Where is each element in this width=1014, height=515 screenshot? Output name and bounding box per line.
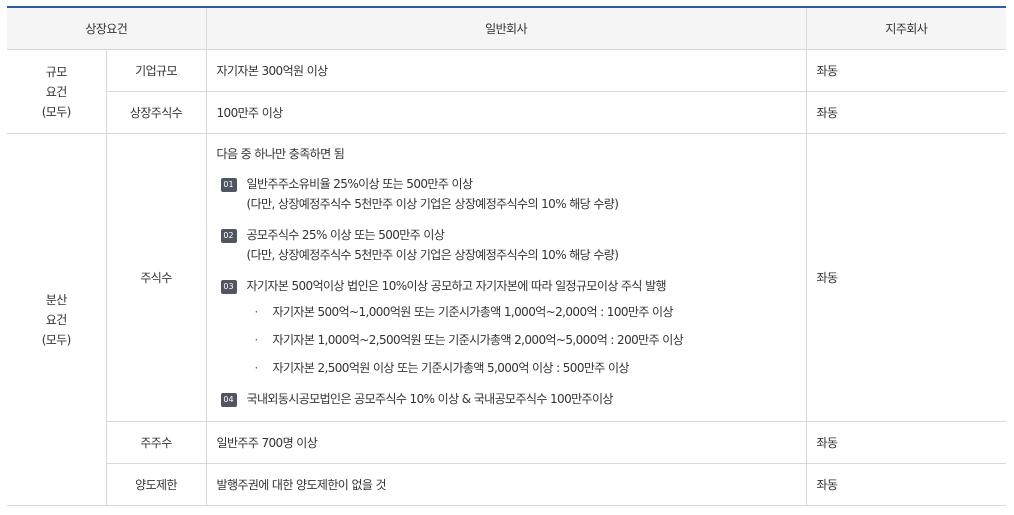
group-distribution-line1: 분산 — [45, 292, 67, 307]
group-distribution-line3: (모두) — [41, 332, 72, 347]
row-label-shareholders: 주주수 — [106, 421, 207, 464]
table-row: 주주수 일반주주 700명 이상 좌동 — [7, 421, 1007, 464]
number-badge-04: 04 — [220, 393, 237, 407]
sub-list-item: 자기자본 1,000억~2,500억원 또는 기준시가총액 2,000억~5,0… — [247, 330, 684, 350]
listed-shares-general: 100만주 이상 — [205, 91, 807, 134]
number-badge-01: 01 — [220, 178, 237, 192]
group-distribution-requirement: 분산 요건 (모두) — [7, 133, 107, 506]
item-note: (다만, 상장예정주식수 5천만주 이상 기업은 상장예정주식수의 10% 해당… — [246, 197, 619, 211]
item-text: 공모주식수 25% 이상 또는 500만주 이상 — [246, 228, 445, 242]
item-text: 국내외동시공모법인은 공모주식수 10% 이상 & 국내공모주식수 100만주이… — [246, 392, 614, 406]
list-item: 01 일반주주소유비율 25%이상 또는 500만주 이상 (다만, 상장예정주… — [217, 174, 796, 214]
header-general-company: 일반회사 — [205, 6, 807, 50]
list-item: 04 국내외동시공모법인은 공모주식수 10% 이상 & 국내공모주식수 100… — [217, 389, 796, 409]
table-row: 분산 요건 (모두) 주식수 다음 중 하나만 충족하면 됨 01 일반주주소유… — [7, 133, 1007, 506]
shares-holding: 좌동 — [805, 133, 1007, 422]
row-label-company-size: 기업규모 — [105, 49, 207, 92]
shares-general-detail: 다음 중 하나만 충족하면 됨 01 일반주주소유비율 25%이상 또는 500… — [205, 133, 807, 422]
shares-intro: 다음 중 하나만 충족하면 됨 — [216, 147, 345, 161]
listing-requirements-table: 상장요건 일반회사 지주회사 규모 요건 (모두) 기업규모 자기자본 300억… — [7, 6, 1007, 506]
row-label-listed-shares: 상장주식수 — [106, 91, 207, 134]
shareholders-general: 일반주주 700명 이상 — [205, 421, 807, 464]
list-item: 03 자기자본 500억이상 법인은 10%이상 공모하고 자기자본에 따라 일… — [217, 276, 796, 378]
table-row: 상장주식수 100만주 이상 좌동 — [7, 91, 1007, 134]
number-badge-02: 02 — [220, 229, 237, 243]
listed-shares-holding: 좌동 — [805, 91, 1007, 134]
listing-requirements-table-wrap: 상장요건 일반회사 지주회사 규모 요건 (모두) 기업규모 자기자본 300억… — [7, 6, 1007, 506]
group-distribution-line2: 요건 — [45, 312, 67, 327]
transfer-restriction-general: 발행주권에 대한 양도제한이 없을 것 — [205, 463, 807, 506]
table-header-row: 상장요건 일반회사 지주회사 — [7, 6, 1007, 50]
number-badge-03: 03 — [220, 280, 237, 294]
header-holding-company: 지주회사 — [805, 6, 1007, 50]
company-size-general: 자기자본 300억원 이상 — [205, 49, 807, 92]
item-text: 일반주주소유비율 25%이상 또는 500만주 이상 — [246, 177, 473, 191]
group-size-line1: 규모 — [45, 64, 67, 79]
transfer-restriction-holding: 좌동 — [805, 463, 1007, 506]
row-label-transfer-restriction: 양도제한 — [106, 463, 207, 506]
item-note: (다만, 상장예정주식수 5천만주 이상 기업은 상장예정주식수의 10% 해당… — [246, 248, 619, 262]
group-size-line3: (모두) — [41, 104, 72, 119]
group-size-requirement: 규모 요건 (모두) — [7, 49, 107, 134]
item-text: 자기자본 500억이상 법인은 10%이상 공모하고 자기자본에 따라 일정규모… — [246, 279, 667, 293]
sub-list-item: 자기자본 2,500억원 이상 또는 기준시가총액 5,000억 이상 : 50… — [247, 358, 684, 378]
sub-list: 자기자본 500억~1,000억원 또는 기준시가총액 1,000억~2,000… — [247, 302, 684, 378]
shareholders-holding: 좌동 — [805, 421, 1007, 464]
table-row: 양도제한 발행주권에 대한 양도제한이 없을 것 좌동 — [7, 463, 1007, 506]
sub-list-item: 자기자본 500억~1,000억원 또는 기준시가총액 1,000억~2,000… — [247, 302, 684, 322]
row-label-shares: 주식수 — [105, 133, 207, 422]
list-item: 02 공모주식수 25% 이상 또는 500만주 이상 (다만, 상장예정주식수… — [217, 225, 796, 265]
header-requirement: 상장요건 — [7, 6, 207, 50]
company-size-holding: 좌동 — [805, 49, 1007, 92]
group-size-line2: 요건 — [45, 84, 67, 99]
table-row: 규모 요건 (모두) 기업규모 자기자본 300억원 이상 좌동 — [7, 49, 1007, 134]
